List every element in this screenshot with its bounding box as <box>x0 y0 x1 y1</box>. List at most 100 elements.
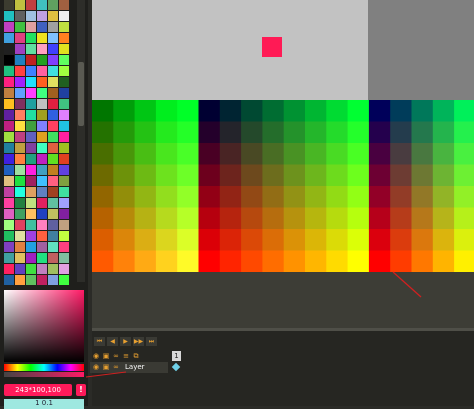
palette-swatch[interactable] <box>4 231 14 241</box>
color-palette[interactable] <box>4 0 70 285</box>
palette-swatch[interactable] <box>59 0 69 10</box>
palette-swatch[interactable] <box>59 264 69 274</box>
palette-swatch[interactable] <box>4 253 14 263</box>
palette-swatch[interactable] <box>15 11 25 21</box>
palette-swatch[interactable] <box>37 198 47 208</box>
palette-swatch[interactable] <box>15 165 25 175</box>
palette-swatch[interactable] <box>59 22 69 32</box>
palette-swatch[interactable] <box>37 110 47 120</box>
layer-lock-icon[interactable]: ▣ <box>102 363 110 371</box>
palette-swatch[interactable] <box>4 143 14 153</box>
palette-swatch[interactable] <box>4 132 14 142</box>
palette-swatch[interactable] <box>37 220 47 230</box>
palette-swatch[interactable] <box>37 121 47 131</box>
palette-swatch[interactable] <box>48 154 58 164</box>
palette-swatch[interactable] <box>37 253 47 263</box>
drawing-canvas[interactable] <box>92 0 474 272</box>
palette-swatch[interactable] <box>26 187 36 197</box>
palette-swatch[interactable] <box>48 231 58 241</box>
palette-swatch[interactable] <box>26 231 36 241</box>
hue-slider[interactable] <box>4 364 84 371</box>
palette-swatch[interactable] <box>48 165 58 175</box>
palette-swatch[interactable] <box>4 176 14 186</box>
palette-swatch[interactable] <box>48 220 58 230</box>
palette-swatch[interactable] <box>26 143 36 153</box>
palette-swatch[interactable] <box>4 154 14 164</box>
palette-swatch[interactable] <box>59 253 69 263</box>
palette-swatch[interactable] <box>48 33 58 43</box>
play-button[interactable]: ▶ <box>120 337 131 346</box>
palette-swatch[interactable] <box>15 231 25 241</box>
palette-swatch[interactable] <box>15 187 25 197</box>
palette-swatch[interactable] <box>37 242 47 252</box>
palette-swatch[interactable] <box>37 55 47 65</box>
palette-swatch[interactable] <box>59 209 69 219</box>
color-picker-field[interactable] <box>4 290 84 362</box>
palette-swatch[interactable] <box>4 198 14 208</box>
first-frame-button[interactable]: ⏮ <box>94 337 105 346</box>
palette-swatch[interactable] <box>15 143 25 153</box>
palette-swatch[interactable] <box>59 176 69 186</box>
palette-swatch[interactable] <box>4 165 14 175</box>
palette-swatch[interactable] <box>15 242 25 252</box>
palette-swatch[interactable] <box>48 77 58 87</box>
palette-swatch[interactable] <box>48 242 58 252</box>
palette-swatch[interactable] <box>37 176 47 186</box>
palette-swatch[interactable] <box>37 209 47 219</box>
palette-swatch[interactable] <box>26 88 36 98</box>
palette-swatch[interactable] <box>26 165 36 175</box>
palette-swatch[interactable] <box>26 198 36 208</box>
palette-swatch[interactable] <box>37 99 47 109</box>
palette-swatch[interactable] <box>48 66 58 76</box>
palette-swatch[interactable] <box>48 264 58 274</box>
palette-swatch[interactable] <box>4 275 14 285</box>
alpha-slider[interactable] <box>4 372 84 377</box>
palette-swatch[interactable] <box>4 264 14 274</box>
palette-swatch[interactable] <box>26 209 36 219</box>
palette-swatch[interactable] <box>4 22 14 32</box>
palette-swatch[interactable] <box>15 154 25 164</box>
palette-swatch[interactable] <box>37 0 47 10</box>
palette-swatch[interactable] <box>4 33 14 43</box>
palette-swatch[interactable] <box>59 121 69 131</box>
palette-swatch[interactable] <box>48 55 58 65</box>
rgb-value-field[interactable]: 243*100,100 <box>4 384 72 396</box>
palette-swatch[interactable] <box>48 143 58 153</box>
link-icon[interactable]: ∞ <box>112 352 120 360</box>
palette-swatch[interactable] <box>48 121 58 131</box>
palette-swatch[interactable] <box>37 143 47 153</box>
palette-swatch[interactable] <box>15 99 25 109</box>
eye-icon[interactable]: ◉ <box>92 352 100 360</box>
palette-swatch[interactable] <box>48 11 58 21</box>
palette-swatch[interactable] <box>15 275 25 285</box>
palette-swatch[interactable] <box>26 44 36 54</box>
palette-swatch[interactable] <box>15 44 25 54</box>
palette-swatch[interactable] <box>26 253 36 263</box>
layer-visibility-icon[interactable]: ◉ <box>92 363 100 371</box>
palette-swatch[interactable] <box>37 22 47 32</box>
palette-swatch[interactable] <box>4 99 14 109</box>
palette-swatch[interactable] <box>26 154 36 164</box>
palette-swatch[interactable] <box>15 253 25 263</box>
palette-swatch[interactable] <box>15 77 25 87</box>
palette-swatch[interactable] <box>59 187 69 197</box>
palette-swatch[interactable] <box>48 132 58 142</box>
palette-swatch[interactable] <box>26 33 36 43</box>
palette-swatch[interactable] <box>4 187 14 197</box>
palette-swatch[interactable] <box>48 88 58 98</box>
palette-swatch[interactable] <box>15 22 25 32</box>
palette-swatch[interactable] <box>59 99 69 109</box>
palette-swatch[interactable] <box>37 88 47 98</box>
palette-swatch[interactable] <box>59 66 69 76</box>
palette-swatch[interactable] <box>26 0 36 10</box>
palette-swatch[interactable] <box>59 143 69 153</box>
palette-swatch[interactable] <box>37 132 47 142</box>
palette-swatch[interactable] <box>37 77 47 87</box>
palette-swatch[interactable] <box>37 66 47 76</box>
palette-swatch[interactable] <box>48 275 58 285</box>
prev-frame-button[interactable]: ◀ <box>107 337 118 346</box>
palette-swatch[interactable] <box>59 275 69 285</box>
palette-scrollbar-thumb[interactable] <box>78 62 84 126</box>
palette-swatch[interactable] <box>48 99 58 109</box>
next-frame-button[interactable]: ▶▶ <box>133 337 144 346</box>
